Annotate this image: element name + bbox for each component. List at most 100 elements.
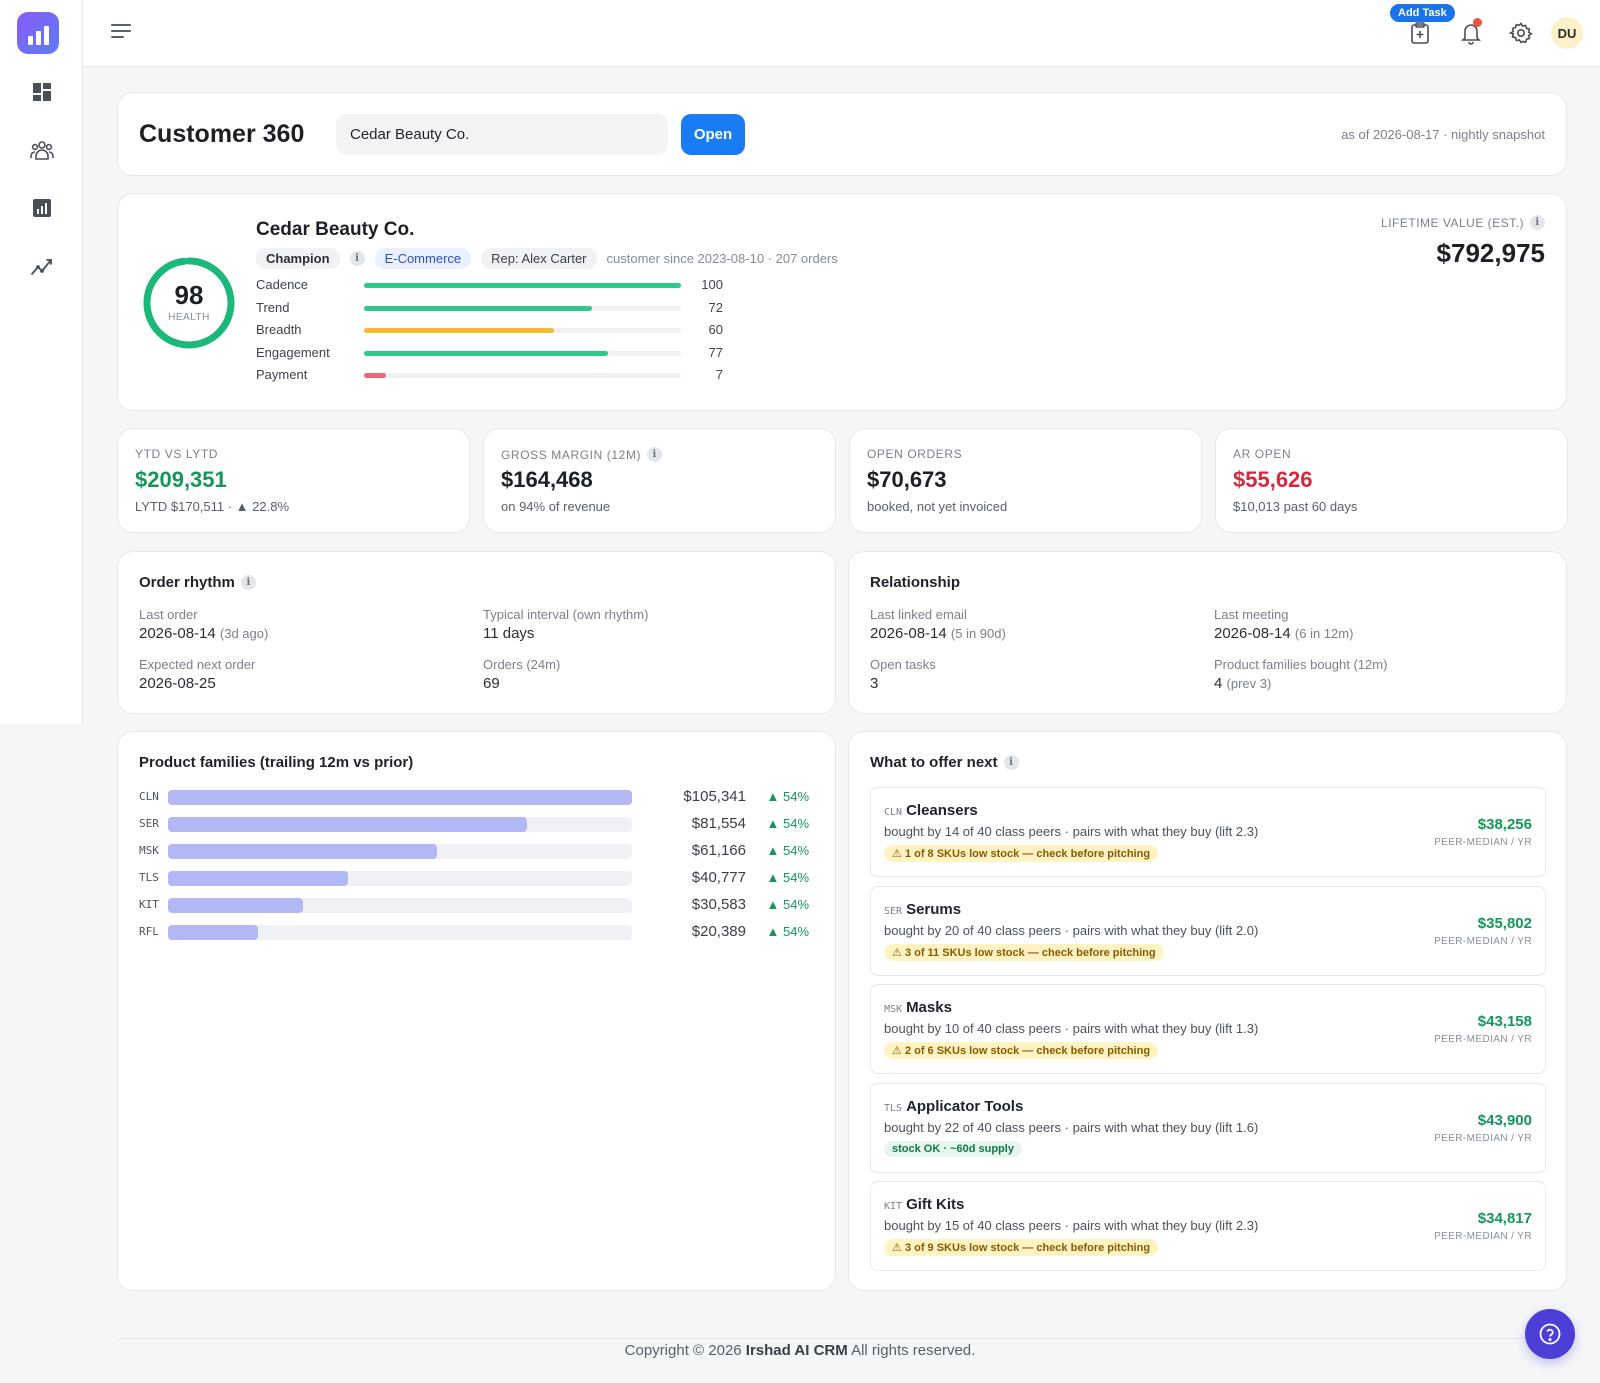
family-bar: [168, 790, 632, 805]
metric-bar-track: [364, 283, 681, 288]
customer-360-header: Customer 360 Open as of 2026-08-17 · nig…: [117, 92, 1567, 176]
offer-info-icon[interactable]: i: [1003, 755, 1019, 770]
customer-since: customer since 2023-08-10 · 207 orders: [606, 251, 838, 266]
offer-unit: PEER-MEDIAN / YR: [1434, 935, 1532, 947]
metric-label: Engagement: [256, 344, 330, 360]
offer-item-msk[interactable]: MSK Masks bought by 10 of 40 class peers ·…: [870, 984, 1546, 1074]
customers-icon[interactable]: [28, 136, 56, 164]
metric-label: Payment: [256, 367, 308, 382]
kpi-label: OPEN ORDERS: [867, 447, 963, 461]
sidebar: [0, 0, 83, 724]
user-avatar[interactable]: DU: [1551, 17, 1583, 49]
metric-value: 72: [708, 299, 723, 315]
offer-unit: PEER-MEDIAN / YR: [1434, 837, 1532, 848]
offer-item-ser[interactable]: SER Serums bought by 20 of 40 class peers …: [870, 885, 1546, 976]
family-bar-track: [168, 898, 632, 913]
open-tasks-label: Open tasks: [870, 657, 936, 672]
health-metric-trend: Trend 72: [256, 300, 726, 318]
customer-tags: Champion i E-Commerce Rep: Alex Carter c…: [256, 248, 838, 269]
kpi-card-ytd-vs-lytd: YTD VS LYTD $209,351 LYTD $170,511 · ▲ 22.…: [117, 428, 470, 533]
family-change: ▲ 54%: [766, 789, 810, 804]
last-email-label: Last linked email: [870, 607, 967, 622]
page-title: Customer 360: [139, 120, 305, 148]
product-family-row-ser: SER $81,554 ▲ 54%: [139, 815, 809, 833]
dashboard-icon[interactable]: [28, 78, 56, 106]
family-code: KIT: [139, 898, 159, 911]
interval-label: Typical interval (own rhythm): [483, 607, 649, 622]
offer-item-cln[interactable]: CLN Cleansers bought by 14 of 40 class pee…: [870, 787, 1546, 877]
kpi-subtext: LYTD $170,511 · ▲ 22.8%: [135, 499, 290, 514]
warning-icon: ⚠: [892, 848, 902, 860]
orders-count-value: 69: [483, 675, 500, 692]
metric-bar-track: [364, 373, 681, 378]
kpi-info-icon[interactable]: i: [647, 447, 663, 462]
product-families-card: Product families (trailing 12m vs prior)…: [117, 731, 836, 1291]
metric-bar-track: [364, 350, 681, 356]
offer-amount: $34,817: [1477, 1210, 1532, 1227]
offer-unit: PEER-MEDIAN / YR: [1434, 1231, 1532, 1242]
order-rhythm-title: Order rhythm i: [139, 574, 256, 591]
offer-description: bought by 10 of 40 class peers · pairs w…: [884, 1021, 1259, 1036]
analytics-icon[interactable]: [28, 252, 56, 280]
offer-title: SER Serums: [884, 900, 962, 918]
metric-bar-track: [364, 305, 681, 311]
family-change: ▲ 54%: [766, 816, 810, 831]
offer-amount: $43,158: [1477, 1013, 1532, 1030]
family-change: ▲ 54%: [766, 870, 810, 885]
family-bar: [168, 898, 303, 913]
family-bar: [168, 925, 258, 940]
stock-status-badge: ⚠ 2 of 6 SKUs low stock — check before p…: [884, 1042, 1159, 1059]
family-code: RFL: [139, 925, 159, 938]
offer-item-tls[interactable]: TLS Applicator Tools bought by 22 of 40 cl…: [870, 1082, 1546, 1173]
kpi-value: $55,626: [1233, 467, 1313, 492]
offer-code: KIT: [884, 1201, 903, 1212]
settings-gear-icon[interactable]: [1507, 19, 1535, 47]
family-bar-track: [168, 817, 632, 832]
family-amount: $61,166: [691, 842, 746, 859]
lifetime-info-icon[interactable]: i: [1530, 215, 1545, 230]
customer-search-input[interactable]: [336, 114, 668, 155]
offer-description: bought by 14 of 40 class peers · pairs w…: [884, 824, 1259, 839]
kpi-subtext: on 94% of revenue: [501, 499, 611, 514]
offer-amount: $43,900: [1477, 1111, 1532, 1129]
reports-icon[interactable]: [28, 194, 56, 222]
kpi-value: $209,351: [135, 467, 227, 492]
rep-chip: Rep: Alex Carter: [481, 248, 597, 269]
orders-count-label: Orders (24m): [483, 657, 561, 672]
product-families-title: Product families (trailing 12m vs prior): [139, 754, 414, 771]
offer-item-kit[interactable]: KIT Gift Kits bought by 15 of 40 class pee…: [870, 1181, 1546, 1271]
help-button[interactable]: [1525, 1309, 1575, 1359]
last-order-value: 2026-08-14 (3d ago): [139, 625, 269, 642]
add-task-icon[interactable]: [1406, 19, 1434, 47]
family-code: MSK: [139, 844, 159, 857]
family-code: CLN: [139, 790, 159, 803]
app-logo-icon[interactable]: [17, 12, 59, 54]
open-tasks-value: 3: [870, 675, 879, 692]
offer-code: CLN: [884, 807, 903, 818]
warning-icon: ⚠: [892, 1045, 902, 1057]
family-change: ▲ 54%: [766, 897, 810, 912]
offer-next-title: What to offer next i: [870, 754, 1019, 771]
menu-toggle-icon[interactable]: [111, 24, 131, 40]
lifetime-value: $792,975: [1436, 238, 1545, 268]
relationship-card: Relationship Last linked email 2026-08-1…: [848, 551, 1567, 714]
kpi-label: YTD VS LYTD: [135, 447, 219, 461]
last-meeting-value: 2026-08-14 (6 in 12m): [1214, 625, 1354, 642]
next-order-label: Expected next order: [139, 657, 256, 672]
metric-bar-fill: [364, 350, 609, 356]
family-bar-track: [168, 790, 632, 805]
segment-info-icon[interactable]: i: [349, 251, 365, 266]
health-label: HEALTH: [168, 312, 210, 323]
family-code: SER: [139, 817, 159, 830]
family-code: TLS: [139, 871, 159, 884]
offer-code: SER: [884, 905, 903, 917]
lifetime-value-label: LIFETIME VALUE (EST.) i: [1381, 215, 1545, 230]
notification-dot: [1473, 18, 1482, 27]
order-rhythm-info-icon[interactable]: i: [240, 575, 256, 590]
family-bar: [168, 871, 348, 886]
offer-code: TLS: [884, 1102, 903, 1114]
metric-label: Trend: [256, 299, 290, 315]
open-button[interactable]: Open: [681, 114, 745, 155]
metric-bar-fill: [364, 305, 593, 311]
kpi-subtext: $10,013 past 60 days: [1233, 499, 1358, 514]
